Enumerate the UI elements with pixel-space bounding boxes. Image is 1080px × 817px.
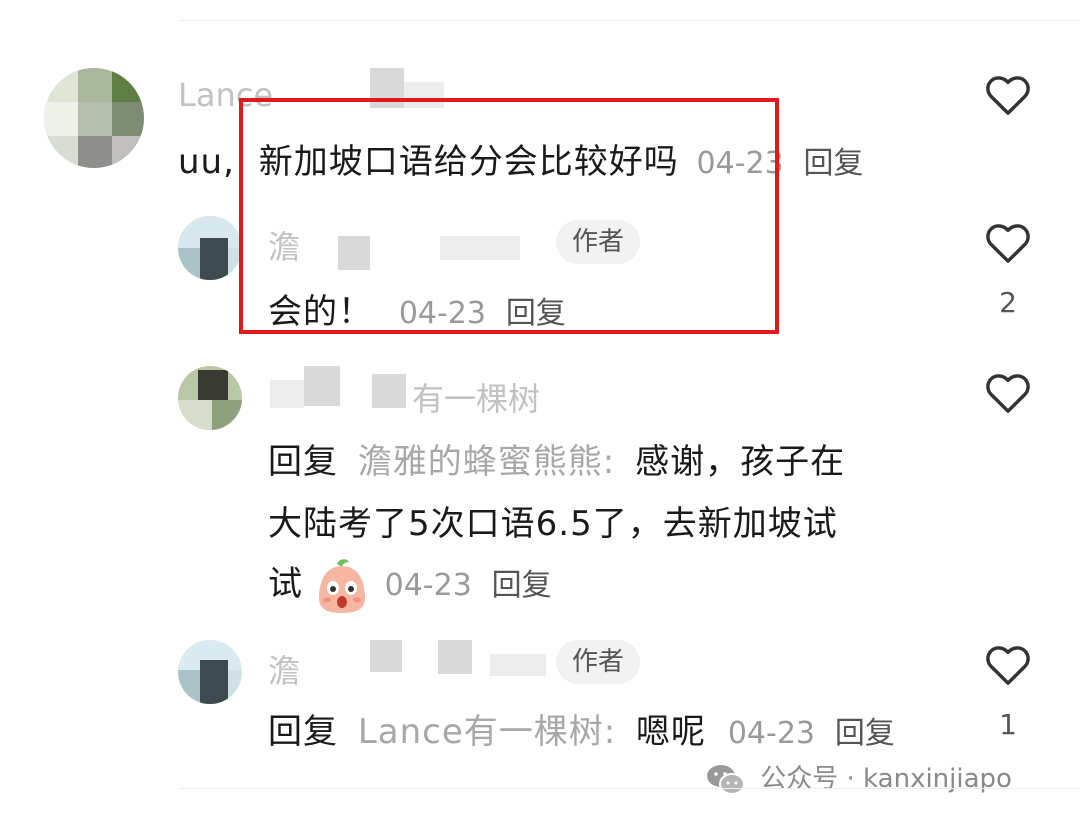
redacted-name (370, 640, 402, 672)
heart-outline-icon[interactable] (985, 372, 1031, 414)
comment-text-line2: 大陆考了5次口语6.5了，去新加坡试 (268, 504, 838, 544)
wechat-icon (707, 764, 745, 795)
reply-label: 回复 (268, 712, 338, 752)
author-badge: 作者 (556, 640, 641, 684)
heart-outline-icon[interactable] (985, 644, 1031, 686)
redacted-name (270, 380, 304, 408)
reply-button[interactable]: 回复 (835, 716, 895, 751)
watermark: 公众号 · kanxinjiapo (706, 758, 1012, 797)
redacted-name (372, 374, 406, 408)
comment-date: 04-23 (727, 716, 816, 751)
redacted-name (438, 640, 472, 674)
top-divider (178, 20, 1080, 21)
commenter-name[interactable]: 有一棵树 (412, 374, 540, 420)
avatar[interactable] (178, 640, 242, 704)
heart-outline-icon[interactable] (985, 222, 1031, 264)
comment-text-line3: 试 (268, 564, 303, 604)
reply-label: 回复 (268, 442, 338, 482)
mention-link[interactable]: 澹雅的蜂蜜熊熊: (358, 442, 615, 482)
avatar[interactable] (44, 68, 144, 168)
watermark-text: 公众号 · kanxinjiapo (760, 764, 1012, 794)
highlight-box (239, 98, 779, 334)
like-count: 2 (999, 286, 1017, 319)
comment-text: 嗯呢 (636, 712, 707, 752)
mention-link[interactable]: Lance有一棵树: (358, 712, 616, 752)
avatar[interactable] (178, 366, 242, 430)
comment-body-end: 试 04-23 回复 (268, 556, 552, 614)
comment-text-line1: 感谢，孩子在 (635, 442, 846, 482)
redacted-name (304, 366, 340, 406)
like-count: 1 (999, 708, 1017, 741)
commenter-name[interactable]: 澹 (268, 646, 300, 692)
reply-button[interactable]: 回复 (492, 568, 552, 603)
avatar[interactable] (178, 216, 242, 280)
comment-body: 回复 Lance有一棵树: 嗯呢 04-23 回复 (268, 704, 895, 753)
bottom-divider (178, 788, 1080, 789)
reply-button[interactable]: 回复 (804, 146, 864, 181)
comment-date: 04-23 (384, 568, 472, 603)
blushing-face-emoji (318, 558, 365, 613)
comment-prefix: uu, (178, 142, 235, 182)
comment-body: 回复 澹雅的蜂蜜熊熊: 感谢，孩子在 (268, 434, 845, 483)
heart-outline-icon[interactable] (985, 74, 1031, 116)
redacted-name (490, 654, 546, 676)
